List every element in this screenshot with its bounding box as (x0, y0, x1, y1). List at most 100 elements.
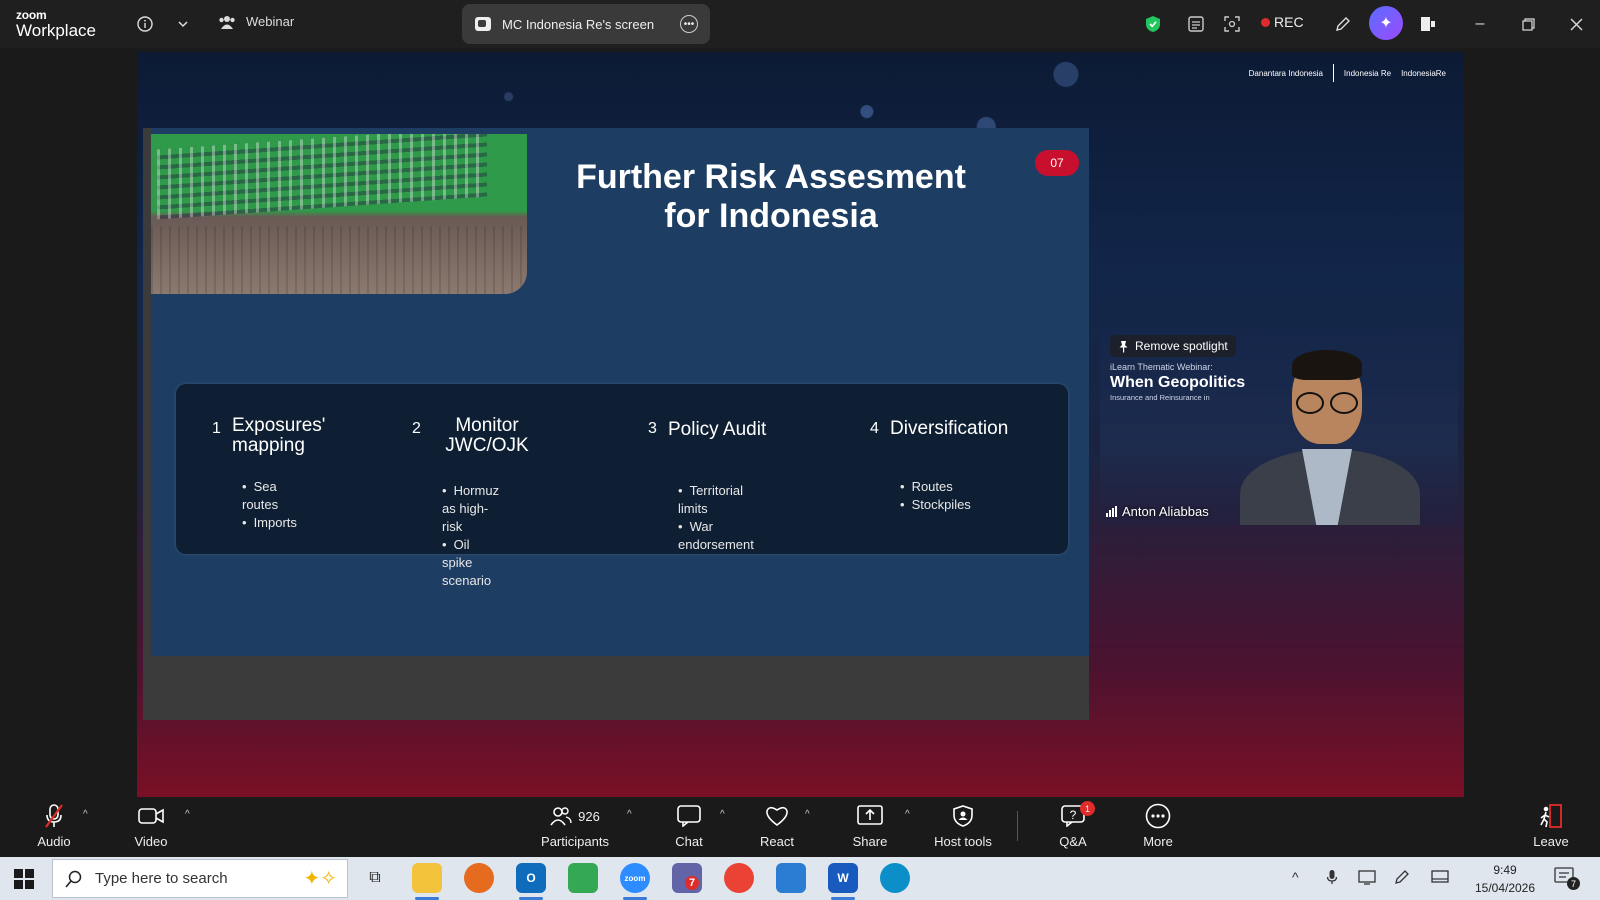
teams-badge: 7 (685, 876, 699, 890)
more-button[interactable]: More (1118, 803, 1198, 849)
step-bullet: Stockpiles (900, 496, 971, 514)
system-clock[interactable]: 9:49 15/04/2026 (1467, 861, 1543, 897)
chat-label: Chat (675, 834, 703, 849)
notifications-icon[interactable]: 7 (1554, 867, 1580, 890)
title-bar: zoom Workplace Webinar MC Indonesia Re's… (0, 0, 1600, 48)
edge-icon[interactable] (880, 863, 910, 893)
microphone-muted-icon (14, 803, 94, 829)
outlook-icon[interactable]: O (516, 863, 546, 893)
apps-panel-icon[interactable] (1416, 12, 1440, 36)
microphone-tray-icon[interactable] (1326, 869, 1338, 888)
video-bg-subtitle-text: Insurance and Reinsurance in (1110, 393, 1210, 402)
step-bullet: Territorial limits (678, 482, 754, 518)
danantara-logo: Danantara Indonesia (1248, 68, 1323, 78)
restore-icon[interactable] (1516, 12, 1540, 36)
taskbar-search-box[interactable]: Type here to search ✦✧ (52, 859, 348, 898)
qa-button[interactable]: ? 1 Q&A (1033, 801, 1113, 849)
share-options-caret-icon[interactable]: ^ (905, 809, 910, 820)
leave-label: Leave (1533, 834, 1569, 849)
presentation-slide: Further Risk Assesment for Indonesia 07 … (143, 128, 1089, 720)
logo-zoom-text: zoom (16, 8, 47, 22)
share-button[interactable]: Share (830, 803, 910, 849)
teams-icon[interactable]: 7 (672, 863, 702, 893)
participants-options-caret-icon[interactable]: ^ (627, 809, 632, 820)
word-icon[interactable]: W (828, 863, 858, 893)
more-options-icon[interactable]: ••• (680, 15, 698, 33)
photos-icon[interactable] (776, 863, 806, 893)
network-tray-icon[interactable] (1358, 869, 1376, 888)
search-highlight-sparkle-icon: ✦✧ (303, 868, 337, 890)
video-options-caret-icon[interactable]: ^ (185, 809, 190, 820)
video-button[interactable]: Video (111, 803, 191, 849)
google-drive-icon[interactable] (568, 863, 598, 893)
spotlight-video-tile[interactable]: iLearn Thematic Webinar: When Geopolitic… (1100, 326, 1458, 525)
more-label: More (1143, 834, 1173, 849)
minimize-icon[interactable]: – (1468, 12, 1492, 36)
shared-screen-label: MC Indonesia Re's screen (502, 16, 655, 32)
step-bullets: Sea routes Imports (242, 478, 297, 532)
share-screen-icon (830, 803, 910, 829)
webinar-indicator[interactable]: Webinar (218, 14, 294, 29)
react-options-caret-icon[interactable]: ^ (805, 809, 810, 820)
pen-tray-icon[interactable] (1394, 869, 1410, 888)
slide-content: Further Risk Assesment for Indonesia 07 … (151, 128, 1089, 656)
recording-indicator[interactable]: REC (1261, 14, 1304, 30)
dock-graphic (151, 226, 527, 294)
participants-button[interactable]: 926 Participants (534, 803, 616, 849)
host-tools-button[interactable]: Host tools (923, 803, 1003, 849)
step-bullets: Routes Stockpiles (900, 478, 971, 514)
zoom-app-icon[interactable]: zoom (620, 863, 650, 893)
participant-glasses (1292, 392, 1364, 414)
step-number: 1 (212, 420, 221, 437)
slide-title: Further Risk Assesment for Indonesia (551, 158, 991, 236)
captions-icon[interactable] (1184, 12, 1208, 36)
chevron-down-icon[interactable] (171, 12, 195, 36)
audio-options-caret-icon[interactable]: ^ (83, 809, 88, 820)
chat-button[interactable]: Chat (649, 803, 729, 849)
host-tools-label: Host tools (934, 834, 992, 849)
focus-mode-icon[interactable] (1220, 12, 1244, 36)
windows-taskbar: Type here to search ✦✧ ⧉ O zoom 7 W ^ 9:… (0, 857, 1600, 900)
rec-label: REC (1274, 14, 1304, 30)
react-label: React (760, 834, 794, 849)
webinar-label: Webinar (246, 14, 295, 29)
security-shield-icon[interactable] (1141, 12, 1165, 36)
step-number: 3 (648, 420, 657, 437)
ai-companion-button[interactable]: ✦ (1369, 6, 1403, 40)
logo-divider (1332, 64, 1334, 82)
step-number: 2 (412, 420, 421, 437)
step-heading: Monitor JWC/OJK (445, 415, 529, 456)
shield-icon (923, 803, 1003, 829)
participant-name-tag: Anton Aliabbas (1106, 504, 1209, 519)
qa-badge: 1 (1080, 801, 1095, 816)
svg-text:?: ? (1070, 808, 1077, 822)
audio-button[interactable]: Audio (14, 803, 94, 849)
zoom-workplace-logo: zoom Workplace (16, 9, 96, 39)
steps-panel: 1 Exposures' mapping Sea routes Imports … (176, 384, 1068, 588)
annotate-pencil-icon[interactable] (1331, 12, 1355, 36)
slide-title-line2: for Indonesia (664, 197, 878, 235)
toolbar-divider (1017, 811, 1018, 841)
participants-count: 926 (578, 808, 600, 824)
chat-options-caret-icon[interactable]: ^ (720, 809, 725, 820)
step-bullets: Hormuz as high-risk Oil spike scenario (442, 482, 499, 590)
info-icon[interactable] (133, 12, 157, 36)
notification-count: 7 (1567, 877, 1580, 890)
participants-label: Participants (541, 834, 609, 849)
windows-start-icon[interactable] (14, 869, 34, 889)
participant-name: Anton Aliabbas (1122, 504, 1209, 519)
record-dot-icon (1261, 17, 1270, 27)
leave-button[interactable]: Leave (1511, 803, 1591, 849)
file-explorer-icon[interactable] (412, 863, 442, 893)
firefox-icon[interactable] (464, 863, 494, 893)
video-bg-caption: iLearn Thematic Webinar: (1110, 362, 1213, 372)
show-hidden-icons-caret-icon[interactable]: ^ (1292, 869, 1299, 885)
close-icon[interactable] (1564, 12, 1588, 36)
remove-spotlight-button[interactable]: Remove spotlight (1110, 335, 1236, 357)
task-view-icon[interactable]: ⧉ (360, 863, 390, 893)
shared-screen-tab[interactable]: MC Indonesia Re's screen ••• (462, 4, 710, 44)
display-tray-icon[interactable] (1431, 869, 1449, 888)
chrome-icon[interactable] (724, 863, 754, 893)
step-bullet: Routes (900, 478, 971, 496)
step-bullet: Sea routes (242, 478, 297, 514)
